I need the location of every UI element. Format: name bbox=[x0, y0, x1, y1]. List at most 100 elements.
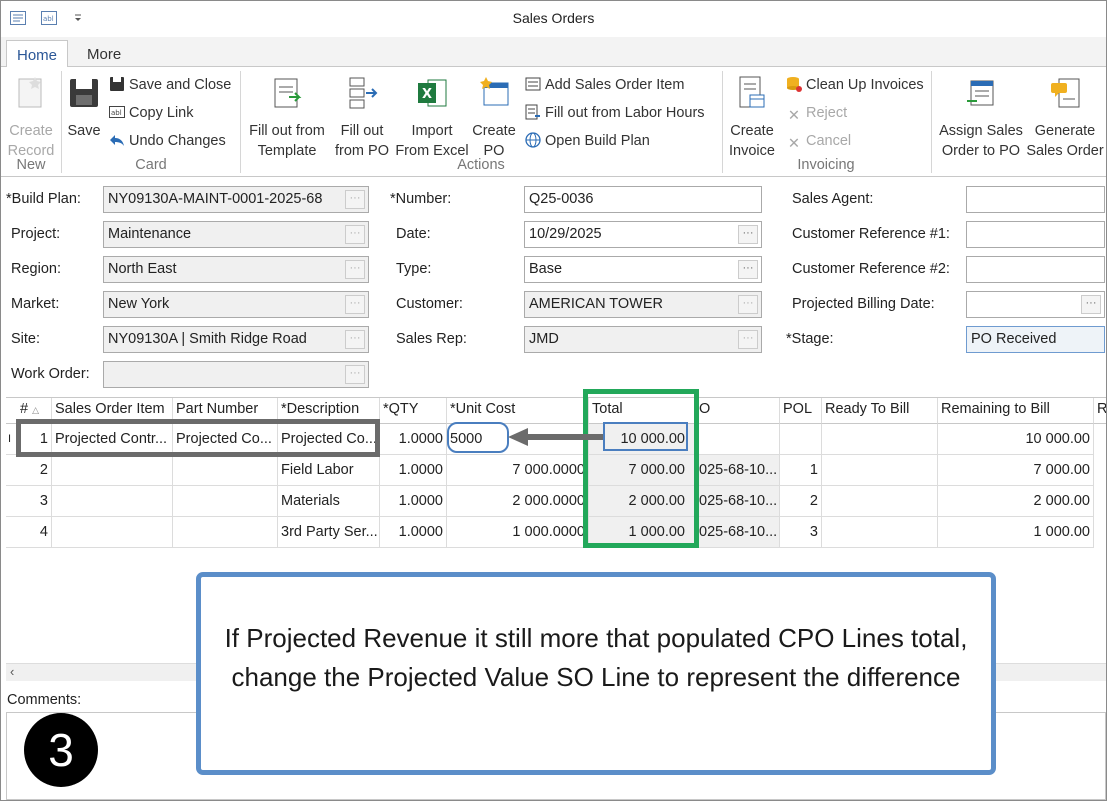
clean-up-invoices-button[interactable]: Clean Up Invoices bbox=[786, 73, 924, 97]
table-row-2-number[interactable]: 2 bbox=[6, 455, 52, 486]
column-header-unit-cost[interactable]: *Unit Cost bbox=[447, 398, 589, 424]
work-order-lookup-button[interactable]: ··· bbox=[345, 365, 365, 384]
assign-sales-order-to-po-button[interactable]: Assign Sales Order to PO bbox=[937, 75, 1025, 161]
table-row-4-unit-cost[interactable]: 1 000.0000 bbox=[447, 517, 589, 548]
table-row-2-unit-cost[interactable]: 7 000.0000 bbox=[447, 455, 589, 486]
sales-rep-field[interactable]: JMD ··· bbox=[524, 326, 762, 353]
table-row-4-qty[interactable]: 1.0000 bbox=[380, 517, 447, 548]
market-label: Market: bbox=[11, 296, 60, 312]
create-po-button[interactable]: Create PO bbox=[469, 75, 519, 161]
table-row-2-part[interactable] bbox=[173, 455, 278, 486]
table-row-4-item[interactable] bbox=[52, 517, 173, 548]
fill-from-labor-hours-button[interactable]: Fill out from Labor Hours bbox=[525, 101, 705, 125]
scroll-left-icon[interactable]: ‹ bbox=[10, 664, 14, 679]
date-field[interactable]: 10/29/2025 ··· bbox=[524, 221, 762, 248]
undo-changes-button[interactable]: Undo Changes bbox=[109, 129, 226, 153]
tab-home[interactable]: Home bbox=[6, 40, 69, 68]
fill-from-template-button[interactable]: Fill out from Template bbox=[245, 75, 329, 161]
sales-agent-field[interactable] bbox=[966, 186, 1105, 213]
projected-billing-date-label: Projected Billing Date: bbox=[792, 296, 935, 312]
column-header-re[interactable]: Re bbox=[1094, 398, 1106, 424]
create-record-button[interactable]: Create Record bbox=[5, 75, 57, 161]
region-field[interactable]: North East ··· bbox=[103, 256, 369, 283]
customer-lookup-button[interactable]: ··· bbox=[738, 295, 758, 314]
customer-field[interactable]: AMERICAN TOWER ··· bbox=[524, 291, 762, 318]
save-button[interactable]: Save bbox=[64, 75, 104, 141]
table-row-2-pol[interactable]: 1 bbox=[780, 455, 822, 486]
tab-more[interactable]: More bbox=[77, 40, 131, 67]
fill-from-labor-hours-label: Fill out from Labor Hours bbox=[545, 105, 705, 121]
save-disk-icon bbox=[70, 79, 98, 107]
sales-rep-lookup-button[interactable]: ··· bbox=[738, 330, 758, 349]
table-row-4-pol[interactable]: 3 bbox=[780, 517, 822, 548]
table-row-3-ready[interactable] bbox=[822, 486, 938, 517]
region-lookup-button[interactable]: ··· bbox=[345, 260, 365, 279]
table-row-3-item[interactable] bbox=[52, 486, 173, 517]
table-row-3-remaining[interactable]: 2 000.00 bbox=[938, 486, 1094, 517]
column-header-pol[interactable]: POL bbox=[780, 398, 822, 424]
project-lookup-button[interactable]: ··· bbox=[345, 225, 365, 244]
reject-button[interactable]: ✕ Reject bbox=[786, 101, 847, 125]
stage-label: *Stage: bbox=[786, 331, 834, 347]
column-header-po[interactable]: O bbox=[696, 398, 780, 424]
table-row-1-remaining[interactable]: 10 000.00 bbox=[938, 424, 1094, 455]
region-label: Region: bbox=[11, 261, 61, 277]
table-row-4-remaining[interactable]: 1 000.00 bbox=[938, 517, 1094, 548]
table-row-3-qty[interactable]: 1.0000 bbox=[380, 486, 447, 517]
column-header-remaining-to-bill[interactable]: Remaining to Bill bbox=[938, 398, 1094, 424]
number-field[interactable]: Q25-0036 bbox=[524, 186, 762, 213]
table-row-2-description[interactable]: Field Labor bbox=[278, 455, 380, 486]
clean-up-invoices-label: Clean Up Invoices bbox=[806, 77, 924, 93]
generate-sales-order-button[interactable]: Generate Sales Order bbox=[1025, 75, 1105, 161]
site-field[interactable]: NY09130A | Smith Ridge Road ··· bbox=[103, 326, 369, 353]
save-and-close-button[interactable]: Save and Close bbox=[109, 73, 231, 97]
add-sales-order-item-button[interactable]: Add Sales Order Item bbox=[525, 73, 684, 97]
table-row-1-qty[interactable]: 1.0000 bbox=[380, 424, 447, 455]
table-row-4-number[interactable]: 4 bbox=[6, 517, 52, 548]
market-field[interactable]: New York ··· bbox=[103, 291, 369, 318]
table-row-3-part[interactable] bbox=[173, 486, 278, 517]
svg-text:X: X bbox=[422, 87, 432, 102]
table-row-2-ready[interactable] bbox=[822, 455, 938, 486]
market-lookup-button[interactable]: ··· bbox=[345, 295, 365, 314]
projected-billing-date-field[interactable]: ··· bbox=[966, 291, 1105, 318]
billing-date-picker-button[interactable]: ··· bbox=[1081, 295, 1101, 314]
date-picker-button[interactable]: ··· bbox=[738, 225, 758, 244]
build-plan-field[interactable]: NY09130A-MAINT-0001-2025-68 ··· bbox=[103, 186, 369, 213]
import-from-excel-button[interactable]: X Import From Excel bbox=[393, 75, 471, 161]
table-row-2-item[interactable] bbox=[52, 455, 173, 486]
table-row-2-qty[interactable]: 1.0000 bbox=[380, 455, 447, 486]
table-row-3-pol[interactable]: 2 bbox=[780, 486, 822, 517]
cancel-button[interactable]: ✕ Cancel bbox=[786, 129, 851, 153]
type-lookup-button[interactable]: ··· bbox=[738, 260, 758, 279]
table-row-1-po[interactable] bbox=[696, 424, 780, 455]
table-row-4-part[interactable] bbox=[173, 517, 278, 548]
add-sales-order-item-label: Add Sales Order Item bbox=[545, 77, 685, 93]
table-row-2-po[interactable]: 025-68-10... bbox=[696, 455, 780, 486]
stage-field[interactable]: PO Received bbox=[966, 326, 1105, 353]
table-row-3-po[interactable]: 025-68-10... bbox=[696, 486, 780, 517]
customer-reference-2-field[interactable] bbox=[966, 256, 1105, 283]
table-row-1-pol[interactable] bbox=[780, 424, 822, 455]
table-row-1-ready[interactable] bbox=[822, 424, 938, 455]
create-invoice-button[interactable]: Create Invoice bbox=[725, 75, 779, 161]
work-order-field[interactable]: ··· bbox=[103, 361, 369, 388]
table-row-3-unit-cost[interactable]: 2 000.0000 bbox=[447, 486, 589, 517]
fill-from-po-button[interactable]: Fill out from PO bbox=[331, 75, 393, 161]
type-field[interactable]: Base ··· bbox=[524, 256, 762, 283]
customer-reference-1-field[interactable] bbox=[966, 221, 1105, 248]
site-lookup-button[interactable]: ··· bbox=[345, 330, 365, 349]
open-build-plan-button[interactable]: Open Build Plan bbox=[525, 129, 650, 153]
generate-icon bbox=[1051, 78, 1080, 108]
table-row-4-description[interactable]: 3rd Party Ser... bbox=[278, 517, 380, 548]
copy-link-button[interactable]: abl Copy Link bbox=[109, 101, 193, 125]
column-header-qty[interactable]: *QTY bbox=[380, 398, 447, 424]
table-row-2-remaining[interactable]: 7 000.00 bbox=[938, 455, 1094, 486]
column-header-ready-to-bill[interactable]: Ready To Bill bbox=[822, 398, 938, 424]
table-row-4-ready[interactable] bbox=[822, 517, 938, 548]
build-plan-lookup-button[interactable]: ··· bbox=[345, 190, 365, 209]
project-field[interactable]: Maintenance ··· bbox=[103, 221, 369, 248]
table-row-4-po[interactable]: 025-68-10... bbox=[696, 517, 780, 548]
table-row-3-number[interactable]: 3 bbox=[6, 486, 52, 517]
table-row-3-description[interactable]: Materials bbox=[278, 486, 380, 517]
